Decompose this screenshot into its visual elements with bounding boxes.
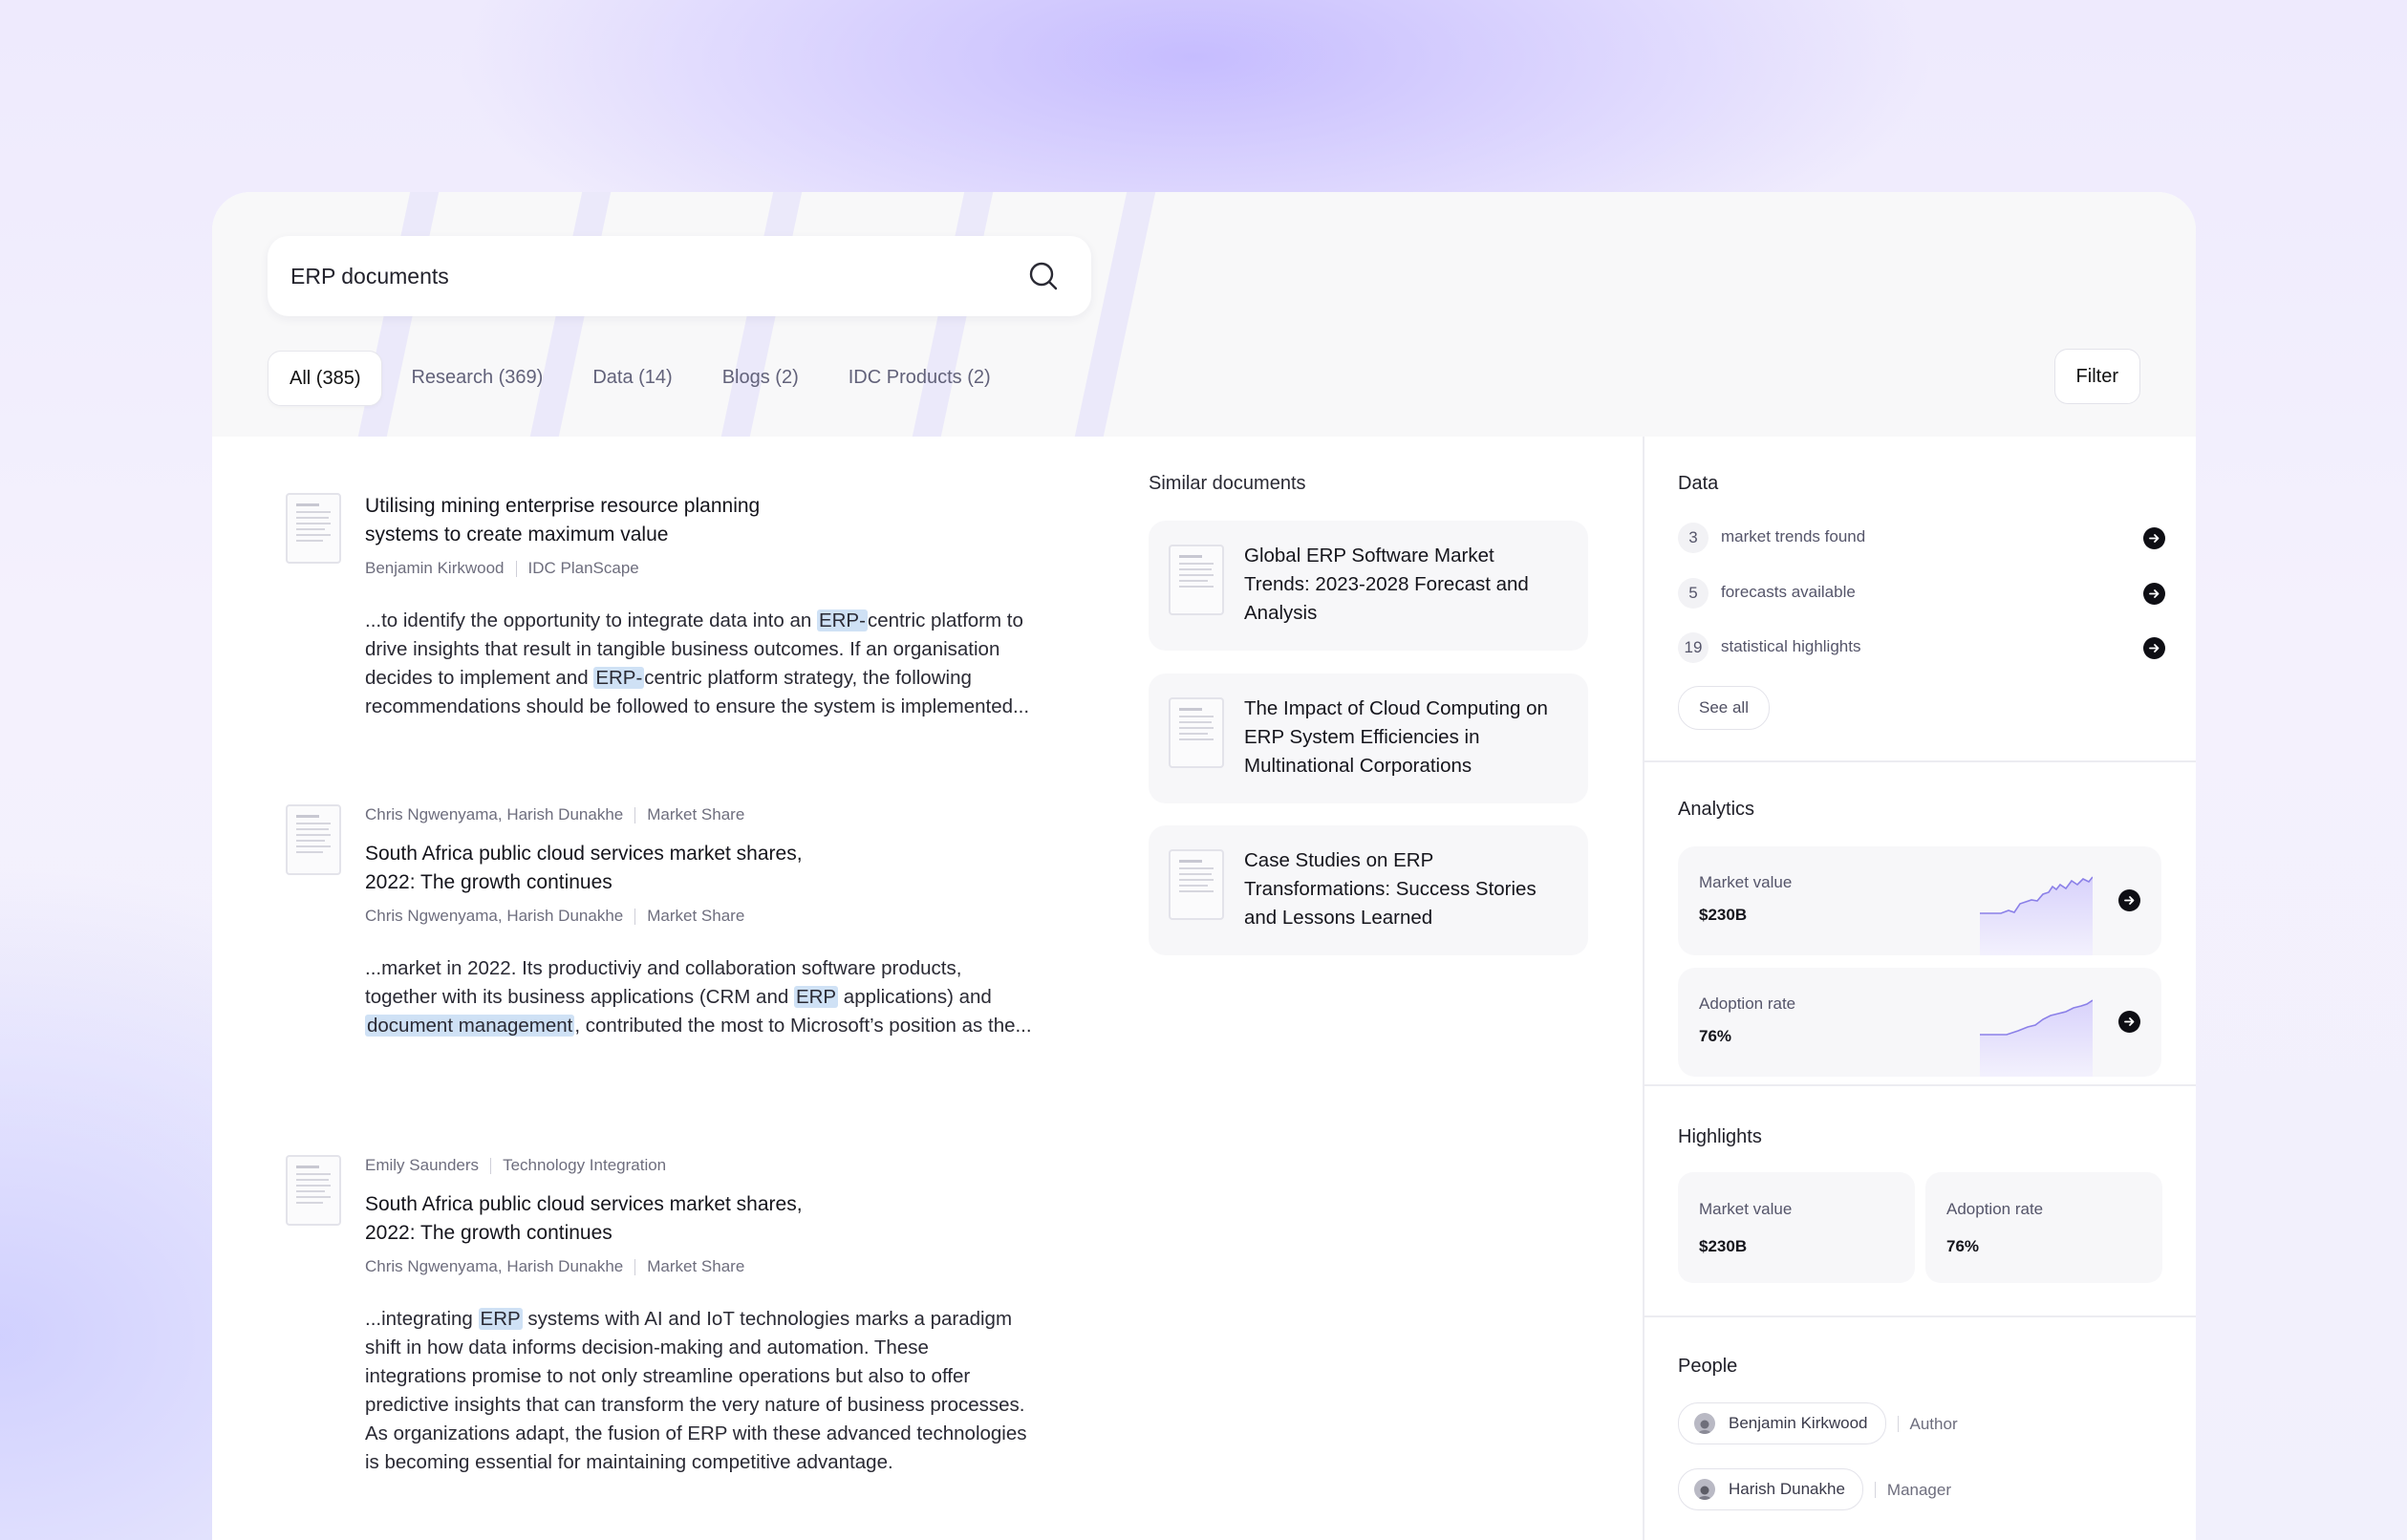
people-heading: People [1678,1356,1738,1377]
data-heading: Data [1678,473,1719,494]
highlight-value: 76% [1946,1237,1980,1255]
analytics-value: 76% [1699,1027,1732,1045]
avatar [1694,1413,1715,1434]
analytics-card-adoption-rate[interactable]: Adoption rate 76% [1678,968,2161,1077]
arrow-right-icon[interactable] [2118,889,2140,911]
person-name: Harish Dunakhe [1729,1480,1845,1498]
document-icon [286,1155,341,1226]
result-title[interactable]: Utilising mining enterprise resource pla… [365,492,1053,549]
result-snippet: ...integrating ERP systems with AI and I… [365,1308,1027,1473]
data-count: 3 [1678,523,1709,553]
similar-document-title[interactable]: Case Studies on ERP Transformations: Succ… [1244,846,1569,932]
search-icon[interactable] [1026,259,1061,293]
person-item[interactable]: Harish Dunakhe Manager [1678,1468,1951,1510]
data-count: 5 [1678,578,1709,609]
similar-document-title[interactable]: The Impact of Cloud Computing on ERP Syst… [1244,695,1569,781]
similar-document-card[interactable]: Case Studies on ERP Transformations: Succ… [1149,825,1588,955]
tab-all[interactable]: All (385) [268,351,383,406]
similar-document-card[interactable]: The Impact of Cloud Computing on ERP Syst… [1149,674,1588,803]
search-results-panel: ERP documents All (385) Research (369) D… [212,192,2196,1540]
data-row[interactable]: 5 forecasts available [1678,574,2165,612]
arrow-right-icon[interactable] [2143,637,2165,659]
highlight-card-adoption-rate[interactable]: Adoption rate 76% [1925,1172,2162,1283]
person-item[interactable]: Benjamin Kirkwood Author [1678,1402,1958,1444]
document-icon [286,493,341,564]
analytics-value: $230B [1699,906,1748,924]
search-query[interactable]: ERP documents [290,264,449,289]
highlight-label: Adoption rate [1946,1200,2044,1218]
result-meta-top: Chris Ngwenyama, Harish Dunakhe Market Sh… [365,805,745,823]
tab-research[interactable]: Research (369) [390,351,564,404]
insights-sidebar: Data 3 market trends found 5 forecasts a… [1643,437,2196,1540]
analytics-section: Analytics Market value $230B Adoption ra… [1644,762,2196,1086]
sparkline-chart [1980,999,2093,1077]
document-icon [1169,849,1224,920]
result-meta: Chris Ngwenyama, Harish Dunakhe Market Sh… [365,1257,745,1275]
data-row[interactable]: 19 statistical highlights [1678,629,2165,667]
document-icon [1169,697,1224,768]
result-title[interactable]: South Africa public cloud services marke… [365,1190,1053,1248]
similar-document-card[interactable]: Global ERP Software Market Trends: 2023-2… [1149,521,1588,651]
result-meta: Chris Ngwenyama, Harish Dunakhe Market Sh… [365,907,745,925]
person-role: Author [1897,1415,1958,1432]
filter-button[interactable]: Filter [2053,349,2140,404]
sparkline-chart [1980,876,2093,955]
see-all-button[interactable]: See all [1678,686,1770,730]
background-decoration [1074,192,1156,437]
data-label: forecasts available [1721,583,1856,601]
people-section: People Benjamin Kirkwood Author Harish D… [1644,1317,2196,1540]
analytics-label: Market value [1699,873,1793,891]
analytics-card-market-value[interactable]: Market value $230B [1678,846,2161,955]
highlight-value: $230B [1699,1237,1748,1255]
person-chip[interactable]: Harish Dunakhe [1678,1468,1863,1510]
result-meta-top: Emily Saunders Technology Integration [365,1156,667,1174]
highlight-label: Market value [1699,1200,1793,1218]
result-snippet: ...market in 2022. Its productiviy and c… [365,957,1032,1037]
search-header: ERP documents All (385) Research (369) D… [212,192,2196,437]
document-icon [1169,545,1224,615]
data-label: statistical highlights [1721,637,1861,655]
analytics-heading: Analytics [1678,799,1755,820]
tab-idc-products[interactable]: IDC Products (2) [827,351,1012,404]
highlights-section: Highlights Market value $230B Adoption r… [1644,1086,2196,1317]
search-input[interactable]: ERP documents [268,236,1091,316]
similar-documents-heading: Similar documents [1149,473,1306,494]
analytics-label: Adoption rate [1699,995,1796,1013]
tab-blogs[interactable]: Blogs (2) [701,351,820,404]
avatar [1694,1479,1715,1500]
data-count: 19 [1678,632,1709,663]
result-meta: Benjamin Kirkwood IDC PlanScape [365,559,639,577]
document-icon [286,804,341,875]
person-chip[interactable]: Benjamin Kirkwood [1678,1402,1886,1444]
tab-data[interactable]: Data (14) [571,351,693,404]
result-title[interactable]: South Africa public cloud services marke… [365,840,1053,897]
data-section: Data 3 market trends found 5 forecasts a… [1644,437,2196,762]
highlights-heading: Highlights [1678,1126,1762,1147]
result-tabs: All (385) Research (369) Data (14) Blogs… [268,351,1012,406]
person-role: Manager [1874,1481,1951,1498]
data-row[interactable]: 3 market trends found [1678,519,2165,557]
arrow-right-icon[interactable] [2118,1011,2140,1033]
data-label: market trends found [1721,527,1866,545]
highlight-card-market-value[interactable]: Market value $230B [1678,1172,1915,1283]
similar-document-title[interactable]: Global ERP Software Market Trends: 2023-2… [1244,542,1569,628]
arrow-right-icon[interactable] [2143,527,2165,549]
person-name: Benjamin Kirkwood [1729,1414,1868,1432]
arrow-right-icon[interactable] [2143,583,2165,605]
result-snippet: ...to identify the opportunity to integr… [365,610,1030,717]
